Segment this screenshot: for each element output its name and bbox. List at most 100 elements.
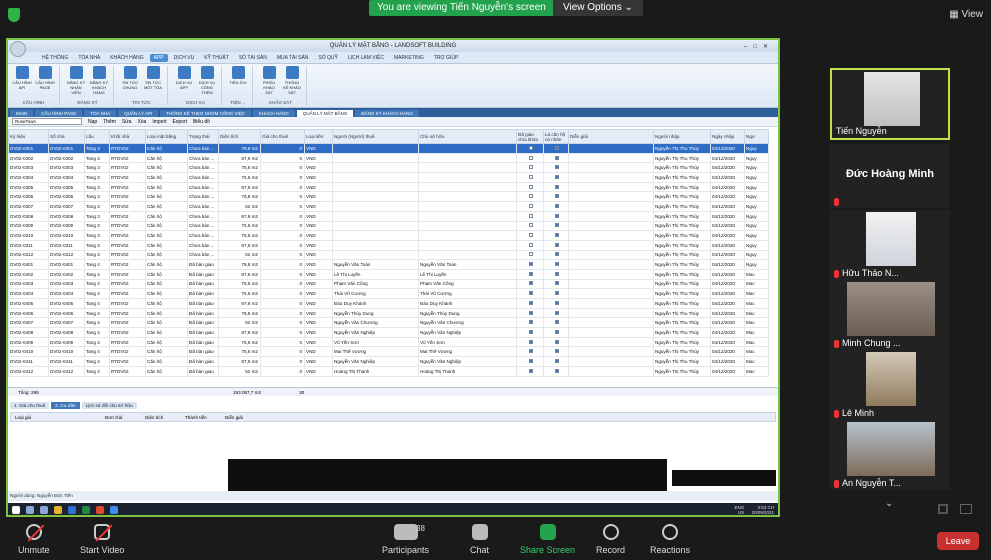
security-shield-icon[interactable] [8,8,20,22]
ribbon-button[interactable]: PHIẾU KHẢO SÁT [259,66,279,95]
table-row[interactable]: DV02-0407 DV02-0407 Tang 4 RTDV02 Căn hộ Đã b… [8,317,769,329]
toolbar-button[interactable]: Xóa [137,119,146,125]
checkbox[interactable] [554,203,559,208]
menu-item[interactable]: SỔ TÀI SẢN [235,54,271,62]
checkbox[interactable] [528,233,533,238]
menu-item[interactable]: LỊCH LÀM VIỆC [344,54,388,62]
menu-item[interactable]: HỆ THỐNG [38,54,72,62]
view-options-button[interactable]: View Options ⌄ [553,0,643,16]
menu-item[interactable]: SỔ QUỸ [314,54,341,62]
column-header[interactable]: Trạng thái [187,129,219,144]
checkbox[interactable] [528,252,533,257]
ribbon-button[interactable]: ĐĂNG KÝ KHÁCH HÀNG [89,66,109,95]
detail-column-header[interactable]: Diện tích [141,413,181,421]
document-tab[interactable]: KHÁCH HÀNG [252,110,295,117]
toolbar-button[interactable]: Biểu đồ [193,119,210,125]
app-logo-icon[interactable] [10,41,26,57]
tray-language[interactable]: ENG US [734,505,744,515]
share-window-icon[interactable] [960,504,972,514]
ribbon-button[interactable]: CẤU HÌNH API [12,66,32,90]
checkbox[interactable] [528,300,533,305]
ribbon-button[interactable]: TIN TỨC CHUNG [120,66,140,90]
checkbox[interactable] [554,281,559,286]
checkbox[interactable] [528,155,533,160]
table-row[interactable]: DV02-0307 DV02-0307 Tang 3 RTDV02 Căn hộ Chưa… [8,201,769,212]
table-row[interactable]: DV02-0311 DV02-0311 Tang 3 RTDV02 Căn hộ Chưa… [8,239,769,251]
tray-clock[interactable]: 3:53 CH 20/09/2021 [751,505,774,515]
chrome-icon[interactable] [96,506,104,514]
checkbox[interactable] [554,291,559,296]
table-row[interactable]: DV02-0412 DV02-0412 Tang 4 RTDV02 Căn hộ Đã b… [8,365,769,377]
table-row[interactable]: DV02-0308 DV02-0308 Tang 3 RTDV02 Căn hộ Chưa… [8,210,769,222]
checkbox[interactable] [528,320,533,325]
participant-tile-active[interactable]: Tiến Nguyễn [830,68,950,140]
detail-tab[interactable]: 1. Giá cho thuê [10,402,50,409]
checkbox[interactable] [528,329,533,334]
participants-button[interactable]: 38 Participants [382,524,429,555]
word-icon[interactable] [68,506,76,514]
table-row[interactable]: DV02-0312 DV02-0312 Tang 3 RTDV02 Căn hộ Chưa… [8,249,769,261]
menu-item[interactable]: KỸ THUẬT [200,54,233,62]
ribbon-button[interactable]: ĐĂNG KÝ NHÂN VIÊN [66,66,86,95]
document-tab[interactable]: THỐNG KÊ THEO NHÓM CÔNG VIỆC [160,110,251,117]
table-row[interactable]: DV02-0305 DV02-0305 Tang 3 RTDV02 Căn hộ Chưa… [8,181,769,193]
column-header[interactable]: Loại tiền [304,129,333,144]
table-row[interactable]: DV02-0303 DV02-0303 Tang 3 RTDV02 Căn hộ Chưa… [8,162,769,174]
checkbox[interactable] [528,184,533,189]
checkbox[interactable] [554,262,559,267]
table-row[interactable]: DV02-0408 DV02-0408 Tang 4 RTDV02 Căn hộ Đã b… [8,327,769,338]
checkbox[interactable] [554,320,559,325]
detail-column-header[interactable]: Đơn Giá [101,413,141,421]
toolbar-button[interactable]: Sửa [122,119,131,125]
checkbox[interactable] [554,145,559,150]
participant-tile[interactable]: Minh Chung ... [830,280,950,350]
document-tab[interactable]: QUẢN LÝ API [118,110,159,117]
column-header[interactable]: Ngày nhập [710,129,745,144]
window-controls[interactable]: –□✕ [744,41,774,53]
menu-item[interactable]: DỊCH VỤ [170,54,199,62]
taskbar-app-icon[interactable] [40,506,48,514]
checkbox[interactable] [554,310,559,315]
windows-start-icon[interactable] [12,506,20,514]
checkbox[interactable] [554,339,559,344]
toolbar-button[interactable]: Thêm [103,119,116,125]
document-tab[interactable]: CẤU HÌNH PAGE [35,110,83,117]
table-row[interactable]: DV02-0304 DV02-0304 Tang 3 RTDV02 Căn hộ Chưa… [8,172,769,183]
column-header[interactable]: Ký hiệu [8,129,49,144]
checkbox[interactable] [554,300,559,305]
scroll-down-chevron-icon[interactable]: ⌄ [885,498,897,509]
table-row[interactable]: DV02-0306 DV02-0306 Tang 3 RTDV02 Căn hộ Chưa… [8,191,769,203]
document-tab[interactable]: MAIN [10,110,34,117]
toolbar-button[interactable]: Import [152,119,166,125]
checkbox[interactable] [528,349,533,354]
checkbox[interactable] [528,358,533,363]
document-tab[interactable]: QUẢN LÝ MẶT BẰNG [296,110,354,117]
document-tab[interactable]: ĐĂNG KÝ KHÁCH HÀNG [355,110,419,117]
pause-icon[interactable] [938,504,948,514]
reactions-button[interactable]: Reactions [650,524,690,555]
checkbox[interactable] [554,155,559,160]
checkbox[interactable] [528,242,533,247]
ribbon-button[interactable]: CẤU HÌNH PAGE [35,66,55,90]
toolbar-button[interactable]: Export [173,119,187,125]
checkbox[interactable] [554,174,559,179]
checkbox[interactable] [554,194,559,199]
excel-icon[interactable] [82,506,90,514]
table-row[interactable]: DV02-0409 DV02-0409 Tang 4 RTDV02 Căn hộ Đã b… [8,336,769,348]
menu-item[interactable]: MARKETING [390,54,428,62]
column-header[interactable]: Giá cho thuê [260,129,305,144]
ribbon-button[interactable]: TIỆN ÍCH [228,66,248,85]
checkbox[interactable] [554,271,559,276]
building-select[interactable]: RoseTown [12,118,82,125]
checkbox[interactable] [554,368,559,373]
column-header[interactable]: Đã giao chìa khóa [516,129,544,144]
table-row[interactable]: DV02-0403 DV02-0403 Tang 4 RTDV02 Căn hộ Đã b… [8,278,769,290]
ribbon-button[interactable]: DỊCH VỤ CÔNG THÊM [197,66,217,95]
zoom-icon[interactable] [110,506,118,514]
record-button[interactable]: Record [596,524,625,555]
column-header[interactable]: Chủ sở hữu [418,129,517,144]
participant-tile[interactable]: Lê Minh [830,350,950,420]
gallery-toggle[interactable] [930,500,980,516]
checkbox[interactable] [528,223,533,228]
chat-button[interactable]: Chat [470,524,489,555]
